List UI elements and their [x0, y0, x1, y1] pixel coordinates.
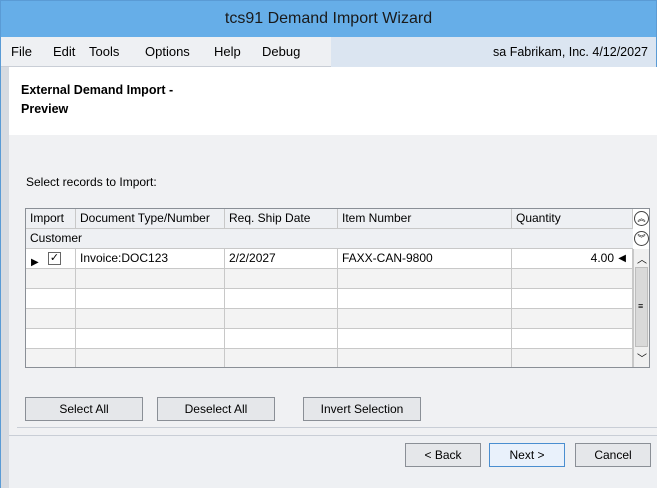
- page-title: External Demand Import - Preview: [21, 81, 231, 119]
- expand-rows-icon[interactable]: ︾: [634, 231, 649, 246]
- scroll-up-icon[interactable]: ︿: [637, 251, 647, 266]
- grip-icon: ≡: [638, 301, 644, 311]
- next-button[interactable]: Next >: [489, 443, 565, 467]
- cancel-button[interactable]: Cancel: [575, 443, 651, 467]
- records-grid: Import Document Type/Number Req. Ship Da…: [25, 208, 650, 368]
- empty-row: [26, 269, 633, 289]
- footer-bar: < Back Next > Cancel: [9, 435, 657, 488]
- window-title: tcs91 Demand Import Wizard: [224, 10, 433, 27]
- menu-debug[interactable]: Debug: [262, 37, 300, 67]
- divider: [17, 427, 657, 428]
- empty-row: [26, 349, 633, 367]
- invert-selection-button[interactable]: Invert Selection: [303, 397, 421, 421]
- vertical-scrollbar[interactable]: ︿ ≡ ﹀: [633, 249, 649, 367]
- grid-header-row: Import Document Type/Number Req. Ship Da…: [26, 209, 633, 229]
- column-header-document[interactable]: Document Type/Number: [76, 209, 225, 228]
- user-company-date: sa Fabrikam, Inc. 4/12/2027: [331, 37, 656, 67]
- column-header-item[interactable]: Item Number: [338, 209, 512, 228]
- scroll-thumb[interactable]: ≡: [635, 267, 648, 347]
- select-all-button[interactable]: Select All: [25, 397, 143, 421]
- scroll-down-icon[interactable]: ﹀: [637, 350, 647, 365]
- left-strip: [1, 67, 9, 488]
- group-label-customer: Customer: [30, 231, 83, 245]
- menu-file[interactable]: File: [11, 37, 32, 67]
- menu-edit[interactable]: Edit: [53, 37, 75, 67]
- select-records-label: Select records to Import:: [26, 175, 157, 189]
- menu-tools[interactable]: Tools: [89, 37, 119, 67]
- empty-row: [26, 289, 633, 309]
- menu-options[interactable]: Options: [145, 37, 190, 67]
- empty-row: [26, 309, 633, 329]
- quantity-value: 4.00: [590, 251, 614, 265]
- caret-left-icon: ◀: [618, 253, 626, 264]
- ship-date-cell[interactable]: 2/2/2027: [225, 249, 338, 268]
- deselect-all-button[interactable]: Deselect All: [157, 397, 275, 421]
- menu-bar: File Edit Tools Options Help Debug sa Fa…: [1, 37, 656, 67]
- quantity-cell[interactable]: 4.00 ◀: [512, 249, 633, 268]
- menu-help[interactable]: Help: [214, 37, 241, 67]
- import-checkbox[interactable]: ✓: [48, 252, 61, 265]
- grid-group-row: Customer: [26, 229, 633, 249]
- page-title-text: External Demand Import - Preview: [21, 83, 174, 116]
- title-bar: tcs91 Demand Import Wizard: [1, 1, 656, 37]
- back-button[interactable]: < Back: [405, 443, 481, 467]
- document-cell[interactable]: Invoice:DOC123: [76, 249, 225, 268]
- row-pointer-icon: ▶: [31, 257, 39, 268]
- column-header-import[interactable]: Import: [26, 209, 76, 228]
- collapse-rows-icon[interactable]: ︽: [634, 211, 649, 226]
- column-header-ship-date[interactable]: Req. Ship Date: [225, 209, 338, 228]
- empty-row: [26, 329, 633, 349]
- main-panel: Select records to Import: Import Documen…: [9, 135, 657, 435]
- item-cell[interactable]: FAXX-CAN-9800: [338, 249, 512, 268]
- import-cell: ▶ ✓: [26, 249, 76, 268]
- column-header-quantity[interactable]: Quantity: [512, 209, 633, 228]
- wizard-window: tcs91 Demand Import Wizard File Edit Too…: [0, 0, 657, 488]
- header-panel: External Demand Import - Preview: [9, 67, 657, 135]
- table-row[interactable]: ▶ ✓ Invoice:DOC123 2/2/2027 FAXX-CAN-980…: [26, 249, 633, 269]
